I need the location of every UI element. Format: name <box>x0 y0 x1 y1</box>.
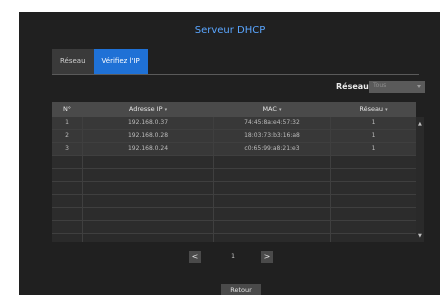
column-divider <box>330 117 331 242</box>
dialog-title: Serveur DHCP <box>194 25 266 36</box>
cell-mac: 74:45:8a:e4:57:32 <box>244 119 300 126</box>
cell-mac: 18:03:73:b3:16:a8 <box>244 132 300 139</box>
table-row[interactable]: 2 192.168.0.28 18:03:73:b3:16:a8 1 <box>52 130 416 143</box>
table-scrollbar[interactable]: ▲ ▼ <box>416 117 424 242</box>
tab-divider <box>52 74 419 75</box>
cell-ip: 192.168.0.37 <box>127 119 169 126</box>
pagination: < 1 > <box>19 251 440 265</box>
cell-number: 3 <box>65 145 69 152</box>
column-divider <box>213 117 214 242</box>
network-filter-label: Réseau <box>336 82 369 91</box>
cell-number: 2 <box>65 132 69 139</box>
column-divider <box>82 117 83 242</box>
sort-icon: ▾ <box>279 107 282 113</box>
next-page-button[interactable]: > <box>261 251 273 263</box>
tab-bar: Réseau Vérifiez l'IP <box>52 49 148 74</box>
cell-number: 1 <box>65 119 69 126</box>
sort-icon: ▾ <box>164 107 168 113</box>
ip-table: N° Adresse IP ▾ MAC ▾ Réseau ▾ 1 192.168… <box>52 102 416 242</box>
column-header-number: N° <box>62 105 72 113</box>
table-row[interactable]: 1 192.168.0.37 74:45:8a:e4:57:32 1 <box>52 117 416 130</box>
tab-reseau[interactable]: Réseau <box>52 49 94 74</box>
table-row[interactable]: 3 192.168.0.24 c0:65:99:a8:21:e3 1 <box>52 143 416 156</box>
cell-network: 1 <box>371 132 376 139</box>
chevron-down-icon <box>417 85 421 88</box>
current-page: 1 <box>231 253 235 260</box>
column-header-ip[interactable]: Adresse IP ▾ <box>83 102 213 117</box>
sort-icon: ▾ <box>385 107 388 113</box>
table-row-empty <box>52 182 416 195</box>
column-header-network[interactable]: Réseau ▾ <box>331 102 416 117</box>
table-row-empty <box>52 156 416 169</box>
scroll-down-icon[interactable]: ▼ <box>418 233 422 239</box>
cell-ip: 192.168.0.24 <box>127 145 169 152</box>
table-row-empty <box>52 221 416 234</box>
scroll-up-icon[interactable]: ▲ <box>418 121 422 127</box>
back-button[interactable]: Retour <box>221 284 261 295</box>
table-row-empty <box>52 169 416 182</box>
network-filter-select[interactable]: Tous <box>369 81 425 93</box>
cell-mac: c0:65:99:a8:21:e3 <box>244 145 300 152</box>
cell-network: 1 <box>371 145 376 152</box>
network-filter-value: Tous <box>373 82 387 89</box>
table-row-empty <box>52 195 416 208</box>
tab-verify-ip[interactable]: Vérifiez l'IP <box>93 49 148 74</box>
table-header: N° Adresse IP ▾ MAC ▾ Réseau ▾ <box>52 102 416 117</box>
column-header-mac[interactable]: MAC ▾ <box>214 102 330 117</box>
prev-page-button[interactable]: < <box>189 251 201 263</box>
cell-ip: 192.168.0.28 <box>127 132 169 139</box>
dhcp-server-dialog: Serveur DHCP Réseau Vérifiez l'IP Réseau… <box>19 12 440 295</box>
table-row-empty <box>52 208 416 221</box>
cell-network: 1 <box>371 119 376 126</box>
